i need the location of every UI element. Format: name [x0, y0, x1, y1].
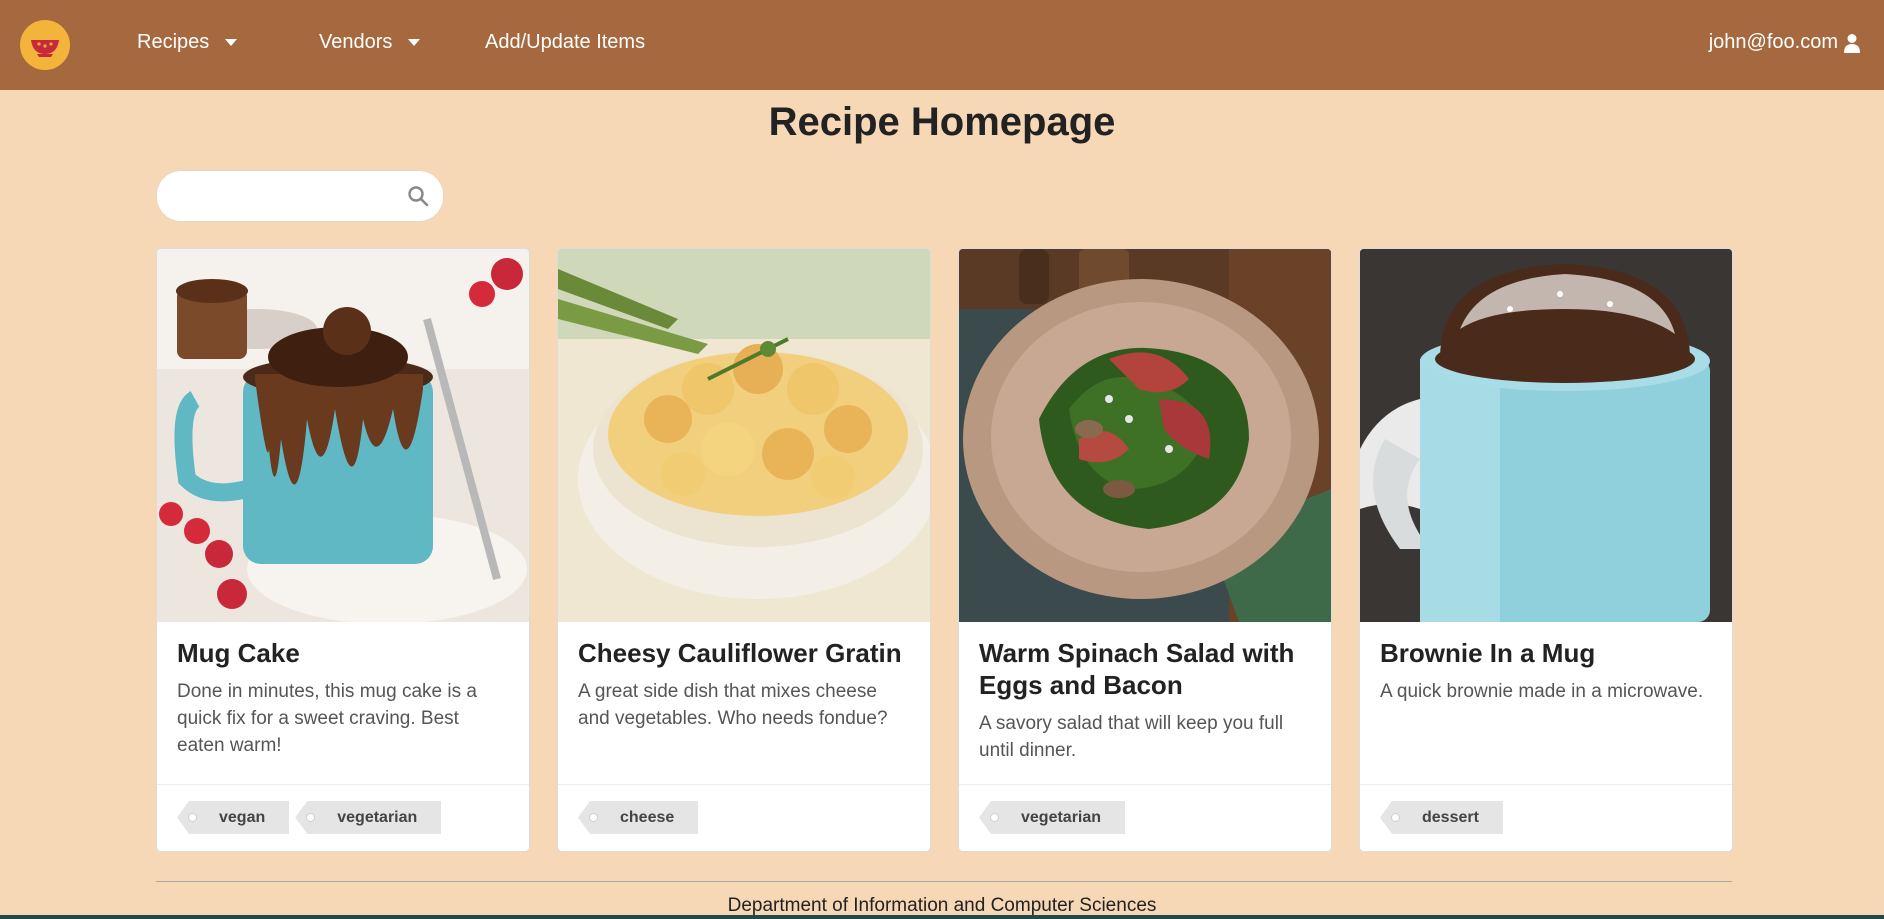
search-input[interactable] — [177, 183, 391, 211]
recipe-description: A savory salad that will keep you full u… — [979, 713, 1284, 761]
recipe-description: A great side dish that mixes cheese and … — [578, 681, 888, 729]
chevron-down-icon — [225, 39, 238, 46]
bottom-edge — [0, 915, 1884, 919]
recipe-card[interactable]: Cheesy Cauliflower Gratin A great side d… — [557, 248, 931, 852]
tag-cheese[interactable]: cheese — [578, 801, 699, 834]
user-email: john@foo.com — [1708, 31, 1838, 53]
cauliflower-gratin-photo[interactable] — [558, 249, 930, 622]
page-title: Recipe Homepage — [768, 100, 1116, 144]
recipe-description: Done in minutes, this mug cake is a quic… — [177, 681, 477, 756]
user-menu[interactable]: john@foo.com — [1709, 31, 1860, 54]
recipe-card[interactable]: Mug Cake Done in minutes, this mug cake … — [156, 248, 530, 852]
card-footer: dessert — [1360, 784, 1732, 851]
top-navbar: Recipes Vendors Add/Update Items john@fo… — [0, 0, 1884, 90]
nav-add-update-label: Add/Update Items — [485, 31, 646, 53]
tag-dessert[interactable]: dessert — [1380, 801, 1503, 834]
recipe-title[interactable]: Warm Spinach Salad with Eggs and Bacon — [979, 637, 1311, 701]
tag-vegetarian[interactable]: vegetarian — [979, 801, 1126, 834]
bowl-icon[interactable] — [20, 20, 70, 70]
nav-add-update-items[interactable]: Add/Update Items — [485, 31, 645, 54]
recipe-description: A quick brownie made in a microwave. — [1380, 681, 1704, 702]
spinach-salad-photo[interactable] — [959, 249, 1331, 622]
search-icon[interactable] — [407, 185, 429, 207]
recipe-title[interactable]: Cheesy Cauliflower Gratin — [578, 637, 910, 669]
recipe-title[interactable]: Mug Cake — [177, 637, 509, 669]
nav-vendors-label: Vendors — [319, 31, 393, 53]
card-footer: vegan vegetarian — [157, 784, 529, 851]
card-footer: cheese — [558, 784, 930, 851]
mug-cake-photo[interactable] — [157, 249, 529, 622]
nav-vendors-dropdown[interactable]: Vendors — [319, 31, 421, 54]
brownie-mug-photo[interactable] — [1360, 249, 1732, 622]
search-box — [156, 170, 444, 222]
footer-text: Department of Information and Computer S… — [727, 895, 1157, 916]
tag-vegan[interactable]: vegan — [177, 801, 290, 834]
card-footer: vegetarian — [959, 784, 1331, 851]
footer-divider — [156, 881, 1732, 882]
tag-vegetarian[interactable]: vegetarian — [295, 801, 442, 834]
recipe-card[interactable]: Brownie In a Mug A quick brownie made in… — [1359, 248, 1733, 852]
user-icon — [1844, 33, 1860, 53]
recipe-card[interactable]: Warm Spinach Salad with Eggs and Bacon A… — [958, 248, 1332, 852]
nav-recipes-dropdown[interactable]: Recipes — [137, 31, 238, 54]
recipe-title[interactable]: Brownie In a Mug — [1380, 637, 1712, 669]
chevron-down-icon — [408, 39, 421, 46]
nav-recipes-label: Recipes — [137, 31, 210, 53]
